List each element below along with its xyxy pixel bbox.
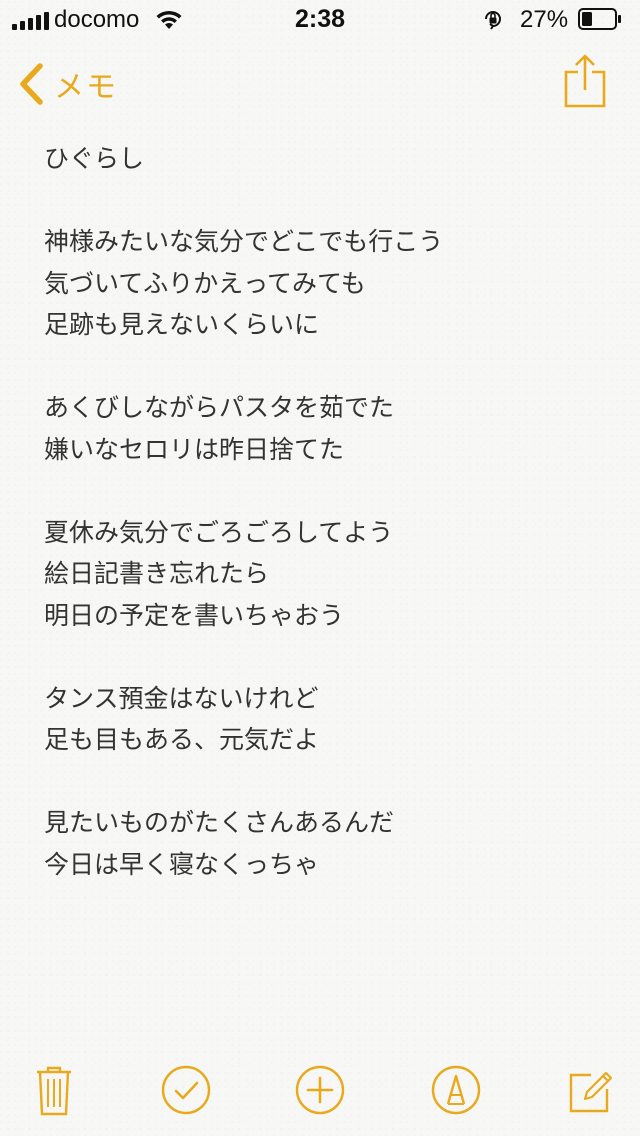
markup-icon	[431, 1065, 481, 1115]
note-line: 夏休み気分でごろごろしてよう	[44, 517, 394, 547]
note-line: 明日の予定を書いちゃおう	[44, 600, 345, 630]
battery-icon	[578, 8, 621, 30]
compose-button[interactable]	[558, 1058, 622, 1122]
share-icon[interactable]	[560, 52, 610, 110]
note-text[interactable]: ひぐらし神様みたいな気分でどこでも行こう 気づいてふりかえってみても 足跡も見えない…	[44, 138, 604, 885]
note-blank-line	[44, 761, 604, 803]
note-line: 気づいてふりかえってみても	[44, 268, 366, 298]
note-blank-line	[44, 180, 604, 222]
status-bar: docomo 2:38 27%	[0, 0, 640, 40]
compose-icon	[569, 1071, 613, 1113]
back-label: メモ	[54, 70, 118, 105]
battery-percentage: 27%	[520, 6, 569, 33]
note-blank-line	[44, 636, 604, 678]
back-button[interactable]: メモ	[18, 60, 118, 108]
add-icon	[295, 1065, 345, 1115]
note-line: 嫌いなセロリは昨日捨てた	[44, 434, 345, 464]
checklist-icon	[161, 1065, 211, 1115]
markup-button[interactable]	[424, 1058, 488, 1122]
note-line: 足も目もある、元気だよ	[44, 725, 320, 754]
note-line: 神様みたいな気分でどこでも行こう	[44, 227, 444, 256]
note-line: タンス預金はないけれど	[44, 683, 319, 713]
note-line: 絵日記書き忘れたら	[44, 559, 270, 588]
note-line: ひぐらし	[44, 144, 145, 173]
add-button[interactable]	[288, 1058, 352, 1122]
note-line: 今日は早く寝なくっちゃ	[44, 849, 320, 879]
note-line: 見たいものがたくさんあるんだ	[44, 808, 395, 837]
bottom-toolbar	[0, 1058, 640, 1122]
trash-icon	[37, 1066, 71, 1116]
chevron-left-icon	[20, 63, 43, 105]
note-blank-line	[44, 346, 604, 388]
trash-button[interactable]	[22, 1058, 86, 1122]
note-line: 足跡も見えないくらいに	[44, 310, 320, 339]
note-line: あくびしながらパスタを茹でた	[44, 393, 395, 422]
orientation-lock-icon	[485, 11, 501, 30]
checklist-button[interactable]	[154, 1058, 218, 1122]
note-blank-line	[44, 470, 604, 512]
